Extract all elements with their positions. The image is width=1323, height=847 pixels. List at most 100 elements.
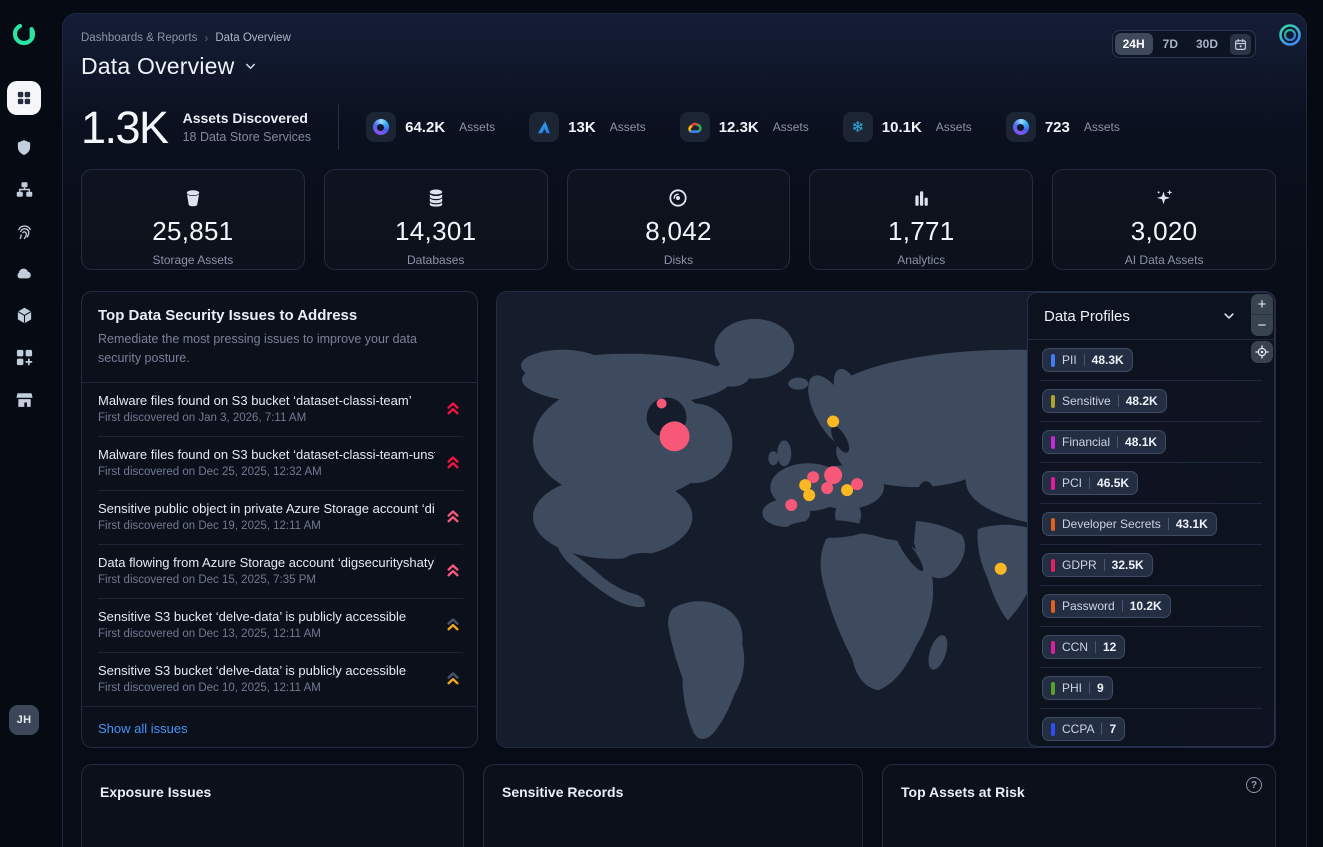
profile-tag[interactable]: GDPR32.5K — [1042, 553, 1153, 577]
profile-tag-row: Financial48.1K — [1040, 422, 1262, 463]
map-location-dot[interactable] — [660, 421, 690, 451]
profile-tag[interactable]: PCI46.5K — [1042, 471, 1138, 495]
data-flow-icon — [15, 180, 34, 199]
exposure-issues-card[interactable]: Exposure Issues — [81, 764, 464, 847]
time-range-24h[interactable]: 24H — [1115, 33, 1153, 55]
provider-unit: Assets — [773, 120, 809, 134]
help-icon[interactable]: ? — [1246, 777, 1262, 793]
sidebar-item-data-flows[interactable] — [14, 179, 34, 199]
issue-row[interactable]: Sensitive public object in private Azure… — [82, 491, 477, 545]
user-avatar[interactable]: JH — [9, 705, 39, 735]
azure-icon — [536, 119, 552, 135]
profile-tag[interactable]: PII48.3K — [1042, 348, 1133, 372]
map-location-dot[interactable] — [824, 466, 842, 484]
issue-row[interactable]: Data flowing from Azure Storage account … — [82, 545, 477, 599]
tag-label: Sensitive — [1062, 394, 1111, 408]
sidebar-item-classification[interactable] — [14, 221, 34, 241]
time-range-30d[interactable]: 30D — [1188, 33, 1226, 55]
map-location-dot[interactable] — [995, 563, 1007, 575]
sidebar-item-dashboards[interactable] — [7, 81, 41, 115]
issue-row[interactable]: Sensitive S3 bucket ‘delve-data’ is publ… — [82, 599, 477, 653]
stat-value: 3,020 — [1053, 216, 1275, 247]
show-all-issues-link[interactable]: Show all issues — [98, 721, 188, 736]
map-location-dot[interactable] — [657, 399, 667, 409]
sidebar-item-assets[interactable] — [14, 305, 34, 325]
tag-color-bar — [1051, 641, 1055, 654]
card-title: Top Assets at Risk — [883, 765, 1275, 819]
assistant-ring-logo-icon[interactable] — [1276, 21, 1304, 49]
zoom-out-button[interactable]: − — [1251, 315, 1273, 336]
card-title: Exposure Issues — [82, 765, 463, 819]
sidebar-item-security[interactable] — [14, 137, 34, 157]
storage-bucket-icon — [182, 187, 204, 209]
tag-count: 48.3K — [1092, 353, 1124, 367]
map-location-dot[interactable] — [841, 484, 853, 496]
issue-title: Malware files found on S3 bucket ‘datase… — [98, 393, 435, 408]
profile-tag[interactable]: Password10.2K — [1042, 594, 1171, 618]
profile-tag[interactable]: Developer Secrets43.1K — [1042, 512, 1217, 536]
stat-card-ai-data[interactable]: 3,020 AI Data Assets — [1052, 169, 1276, 270]
provider-chip[interactable]: 64.2K Assets — [366, 112, 495, 142]
assets-total: 1.3K — [81, 105, 168, 150]
map-locate-button[interactable] — [1251, 341, 1273, 363]
profile-tag[interactable]: PHI9 — [1042, 676, 1113, 700]
issue-row[interactable]: Malware files found on S3 bucket ‘datase… — [82, 383, 477, 437]
tag-label: Financial — [1062, 435, 1110, 449]
stat-card-databases[interactable]: 14,301 Databases — [324, 169, 548, 270]
profile-tag[interactable]: Financial48.1K — [1042, 430, 1166, 454]
zoom-in-button[interactable]: + — [1251, 294, 1273, 315]
tag-count: 10.2K — [1130, 599, 1162, 613]
profile-tag[interactable]: CCN12 — [1042, 635, 1125, 659]
stat-card-storage[interactable]: 25,851 Storage Assets — [81, 169, 305, 270]
issue-discovered: First discovered on Dec 25, 2025, 12:32 … — [98, 466, 435, 478]
data-profiles-header[interactable]: Data Profiles — [1028, 293, 1274, 340]
cloud-platform-icon — [1013, 119, 1029, 135]
provider-count: 13K — [568, 119, 596, 136]
analytics-icon — [910, 187, 932, 209]
map-location-dot[interactable] — [851, 478, 863, 490]
sidebar-item-cloud-accounts[interactable] — [14, 263, 34, 283]
chevron-down-icon[interactable] — [1222, 309, 1236, 323]
breadcrumb-separator: › — [204, 31, 208, 45]
sidebar-item-integrations[interactable] — [14, 347, 34, 367]
calendar-button[interactable] — [1230, 34, 1251, 55]
stat-card-disks[interactable]: 8,042 Disks — [567, 169, 791, 270]
world-map-panel[interactable]: Data Profiles PII48.3K Sensitive48.2K Fi… — [496, 291, 1276, 748]
profile-tag[interactable]: CCPA7 — [1042, 717, 1125, 741]
stat-label: AI Data Assets — [1053, 253, 1275, 267]
time-range-7d[interactable]: 7D — [1155, 33, 1186, 55]
map-location-dot[interactable] — [821, 482, 833, 494]
provider-chip[interactable]: 13K Assets — [529, 112, 646, 142]
provider-chip[interactable]: 12.3K Assets — [680, 112, 809, 142]
database-icon — [425, 187, 447, 209]
sidebar-item-marketplace[interactable] — [14, 389, 34, 409]
tag-count: 12 — [1103, 640, 1116, 654]
title-dropdown-chevron-icon[interactable] — [243, 59, 258, 74]
map-location-dot[interactable] — [785, 499, 797, 511]
profile-tag[interactable]: Sensitive48.2K — [1042, 389, 1167, 413]
sensitive-records-card[interactable]: Sensitive Records — [483, 764, 863, 847]
top-assets-at-risk-card[interactable]: Top Assets at Risk ? — [882, 764, 1276, 847]
provider-chip[interactable]: 723 Assets — [1006, 112, 1120, 142]
stat-value: 8,042 — [568, 216, 790, 247]
map-location-dot[interactable] — [803, 489, 815, 501]
provider-count: 12.3K — [719, 119, 759, 136]
issue-row[interactable]: Sensitive S3 bucket ‘delve-data’ is publ… — [82, 653, 477, 706]
severity-icon — [443, 506, 463, 526]
app-logo-icon[interactable] — [11, 21, 37, 47]
disk-icon — [667, 187, 689, 209]
tag-count: 9 — [1097, 681, 1104, 695]
map-location-dot[interactable] — [827, 415, 839, 427]
issue-title: Sensitive S3 bucket ‘delve-data’ is publ… — [98, 663, 435, 678]
breadcrumb-item[interactable]: Dashboards & Reports — [81, 32, 197, 44]
calendar-icon — [1234, 38, 1247, 51]
provider-chip[interactable]: ❄ 10.1K Assets — [843, 112, 972, 142]
severity-icon — [443, 560, 463, 580]
time-range-selector: 24H 7D 30D — [1112, 30, 1256, 58]
provider-count: 723 — [1045, 119, 1070, 136]
cloud-platform-icon — [373, 119, 389, 135]
issue-discovered: First discovered on Dec 10, 2025, 12:11 … — [98, 682, 435, 694]
tag-label: GDPR — [1062, 558, 1097, 572]
stat-card-analytics[interactable]: 1,771 Analytics — [809, 169, 1033, 270]
issue-row[interactable]: Malware files found on S3 bucket ‘datase… — [82, 437, 477, 491]
